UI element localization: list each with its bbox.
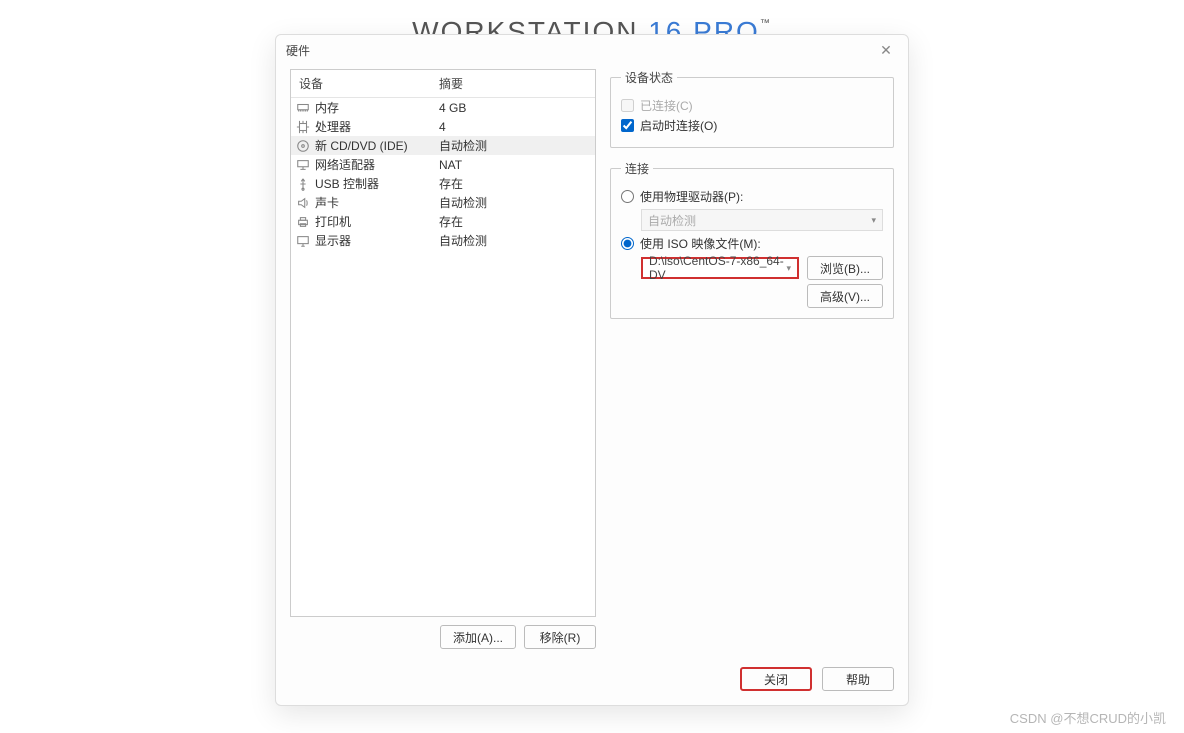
printer-icon [295,215,311,229]
use-iso-radio[interactable] [621,237,634,250]
advanced-row: 高级(V)... [621,284,883,308]
device-summary: 4 [435,120,591,134]
device-name: USB 控制器 [315,175,379,192]
network-icon [295,158,311,172]
chevron-down-icon: ▾ [871,215,876,226]
device-summary: 4 GB [435,101,591,115]
dialog-title: 硬件 [286,42,874,59]
connected-option: 已连接(C) [621,97,883,114]
connected-checkbox [621,99,634,112]
device-summary: 自动检测 [435,137,591,154]
use-physical-label: 使用物理驱动器(P): [640,188,743,205]
device-list-header: 设备 摘要 [291,70,595,98]
connection-legend: 连接 [621,160,653,177]
device-summary: 存在 [435,175,591,192]
connect-on-power-option[interactable]: 启动时连接(O) [621,117,883,134]
add-button[interactable]: 添加(A)... [440,625,516,649]
help-button[interactable]: 帮助 [822,667,894,691]
browse-button[interactable]: 浏览(B)... [807,256,883,280]
left-buttons: 添加(A)... 移除(R) [290,625,596,649]
close-button[interactable]: 关闭 [740,667,812,691]
close-icon[interactable]: ✕ [874,42,898,59]
device-list-rows: 内存4 GB处理器4新 CD/DVD (IDE)自动检测网络适配器NATUSB … [291,98,595,616]
iso-path-value: D:\iso\CentOS-7-x86_64-DV [649,254,786,282]
device-summary: 自动检测 [435,232,591,249]
use-iso-option[interactable]: 使用 ISO 映像文件(M): [621,235,883,252]
cpu-icon [295,120,311,134]
device-summary: 存在 [435,213,591,230]
left-panel: 设备 摘要 内存4 GB处理器4新 CD/DVD (IDE)自动检测网络适配器N… [290,69,596,649]
usb-icon [295,177,311,191]
device-row[interactable]: 网络适配器 NAT [291,155,595,174]
device-name: 声卡 [315,194,339,211]
hardware-dialog: 硬件 ✕ 设备 摘要 内存4 GB处理器4新 CD/DVD (IDE)自动检测网… [275,34,909,706]
physical-sub: 自动检测 ▾ [641,209,883,231]
dialog-footer: 关闭 帮助 [276,657,908,705]
header-summary: 摘要 [431,70,595,97]
iso-sub: D:\iso\CentOS-7-x86_64-DV ▾ 浏览(B)... [641,256,883,280]
device-row[interactable]: 声卡 自动检测 [291,193,595,212]
device-name: 处理器 [315,118,351,135]
device-summary: NAT [435,158,591,172]
dialog-body: 设备 摘要 内存4 GB处理器4新 CD/DVD (IDE)自动检测网络适配器N… [276,65,908,657]
watermark: CSDN @不想CRUD的小凯 [1010,708,1166,727]
device-row[interactable]: 显示器 自动检测 [291,231,595,250]
physical-drive-value: 自动检测 [648,212,696,229]
device-name: 网络适配器 [315,156,375,173]
use-physical-option[interactable]: 使用物理驱动器(P): [621,188,883,205]
device-status-group: 设备状态 已连接(C) 启动时连接(O) [610,69,894,148]
device-name: 内存 [315,99,339,116]
device-list: 设备 摘要 内存4 GB处理器4新 CD/DVD (IDE)自动检测网络适配器N… [290,69,596,617]
connect-on-power-checkbox[interactable] [621,119,634,132]
chevron-down-icon: ▾ [786,263,791,274]
use-physical-radio[interactable] [621,190,634,203]
device-row[interactable]: 新 CD/DVD (IDE) 自动检测 [291,136,595,155]
device-row[interactable]: 处理器 4 [291,117,595,136]
disc-icon [295,139,311,153]
right-panel: 设备状态 已连接(C) 启动时连接(O) 连接 使用物理驱动器(P): [610,69,894,649]
use-iso-label: 使用 ISO 映像文件(M): [640,235,761,252]
device-row[interactable]: 打印机 存在 [291,212,595,231]
remove-button[interactable]: 移除(R) [524,625,596,649]
header-device: 设备 [291,70,431,97]
connection-group: 连接 使用物理驱动器(P): 自动检测 ▾ 使用 ISO 映像文件(M): [610,160,894,319]
connected-label: 已连接(C) [640,97,693,114]
dialog-titlebar: 硬件 ✕ [276,35,908,65]
iso-path-select[interactable]: D:\iso\CentOS-7-x86_64-DV ▾ [641,257,799,279]
device-name: 打印机 [315,213,351,230]
device-row[interactable]: 内存 4 GB [291,98,595,117]
device-status-legend: 设备状态 [621,69,677,86]
physical-drive-select: 自动检测 ▾ [641,209,883,231]
device-row[interactable]: USB 控制器 存在 [291,174,595,193]
memory-icon [295,101,311,115]
sound-icon [295,196,311,210]
device-name: 显示器 [315,232,351,249]
display-icon [295,234,311,248]
connect-on-power-label: 启动时连接(O) [640,117,717,134]
device-summary: 自动检测 [435,194,591,211]
device-name: 新 CD/DVD (IDE) [315,137,408,154]
advanced-button[interactable]: 高级(V)... [807,284,883,308]
tm-symbol: ™ [760,18,772,29]
